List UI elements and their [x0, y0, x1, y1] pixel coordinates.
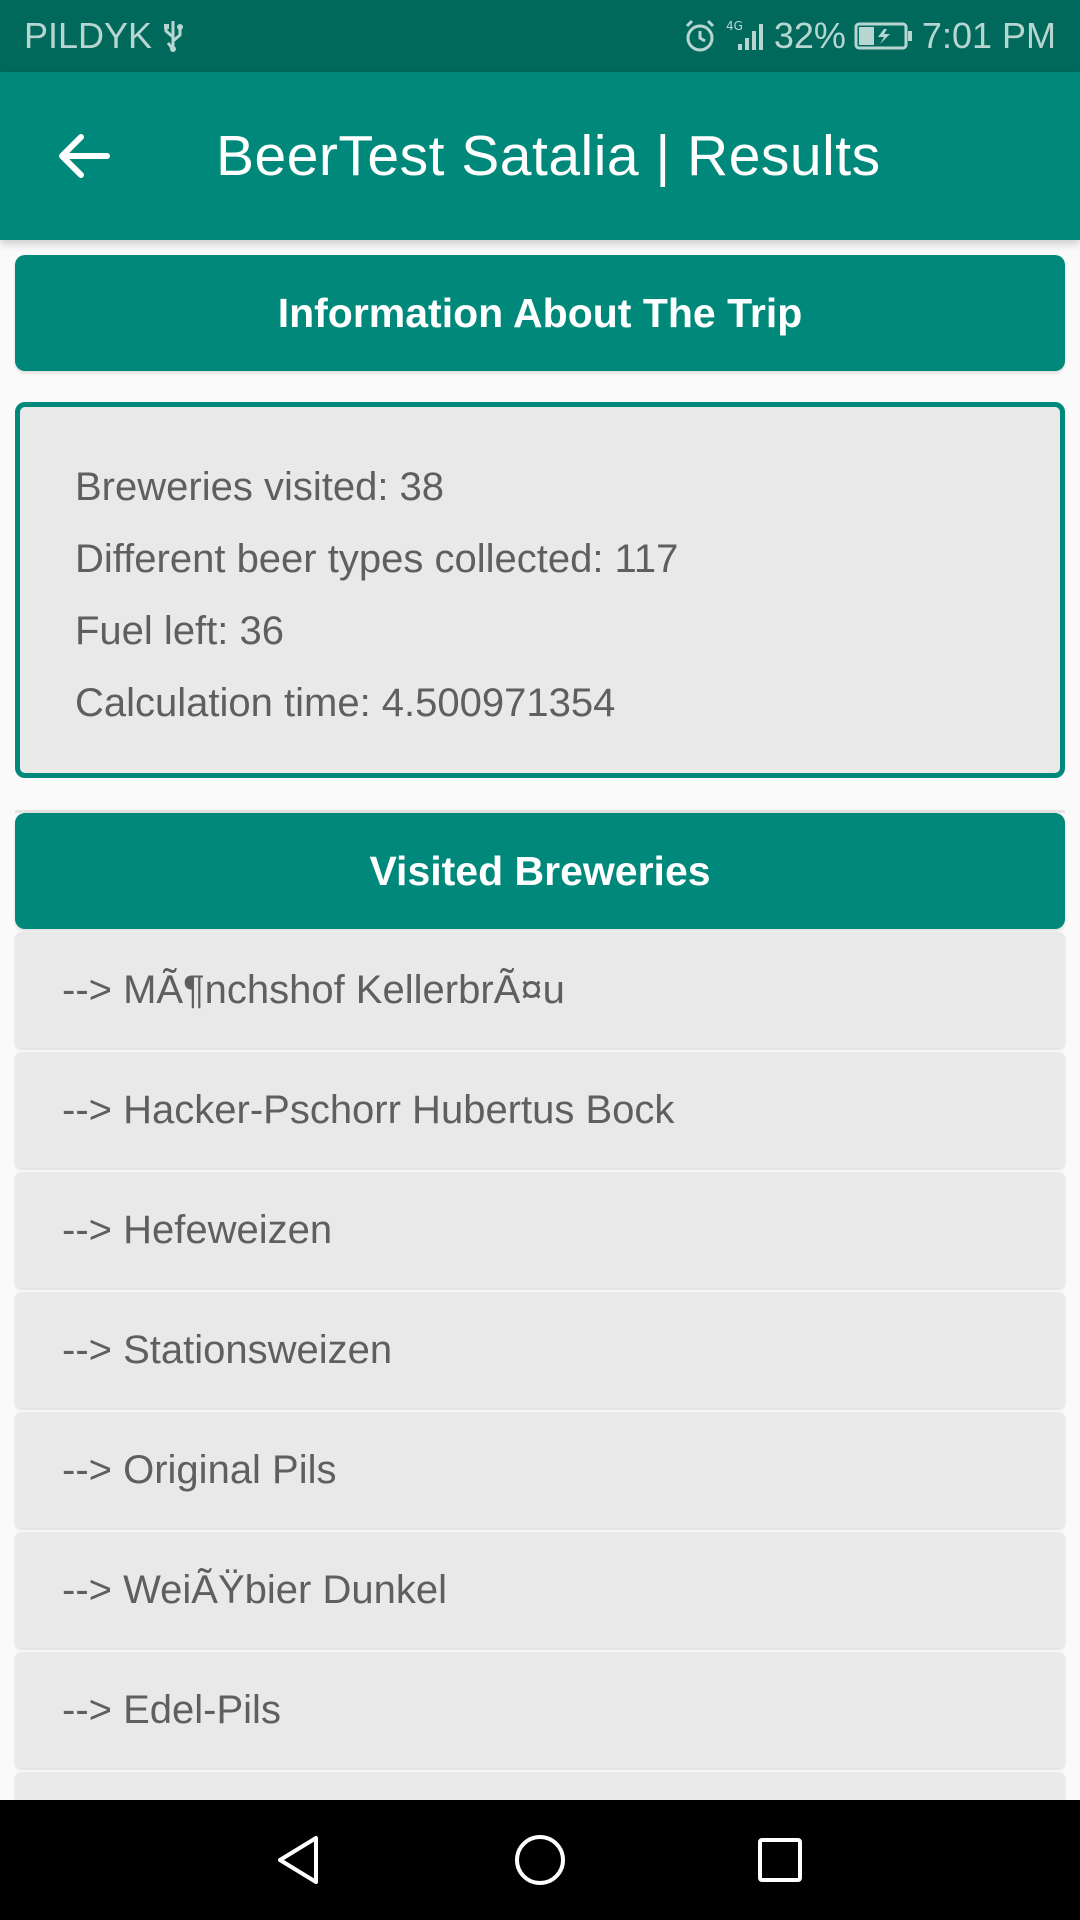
usb-icon	[162, 19, 184, 53]
carrier-label: PILDYK	[24, 15, 153, 56]
nav-home-button[interactable]	[480, 1800, 600, 1920]
back-button[interactable]	[34, 106, 134, 206]
clock-time: 7:01 PM	[921, 15, 1056, 56]
results-content[interactable]: Information About The Trip Breweries vis…	[0, 240, 1080, 1800]
list-item-partial[interactable]	[15, 1772, 1065, 1800]
signal-icon: 4G	[726, 18, 766, 54]
battery-percent: 32%	[773, 15, 846, 56]
triangle-back-icon	[278, 1836, 318, 1884]
visited-breweries-header: Visited Breweries	[15, 813, 1065, 929]
page-title: BeerTest Satalia | Results	[216, 124, 881, 188]
breweries-visited-text: Breweries visited: 38	[75, 465, 445, 509]
network-type-label: 4G	[726, 19, 743, 33]
nav-recents-button[interactable]	[720, 1800, 840, 1920]
trip-info-card: Breweries visited: 38 Different beer typ…	[15, 402, 1065, 778]
app-bar: BeerTest Satalia | Results	[0, 72, 1080, 240]
list-item[interactable]: --> MÃ¶nchshof KellerbrÃ¤u	[15, 932, 1065, 1048]
fuel-left-text: Fuel left: 36	[75, 609, 285, 653]
square-recents-icon	[758, 1838, 802, 1882]
status-right: 4G 32% 7:01 PM	[682, 15, 1056, 57]
nav-back-button[interactable]	[240, 1800, 360, 1920]
battery-charging-icon	[854, 21, 914, 51]
list-item[interactable]: --> Hefeweizen	[15, 1172, 1065, 1288]
list-item[interactable]: --> Edel-Pils	[15, 1652, 1065, 1768]
system-nav-bar	[0, 1800, 1080, 1920]
list-item[interactable]: --> Original Pils	[15, 1412, 1065, 1528]
calculation-time-text: Calculation time: 4.500971354	[75, 681, 616, 725]
list-item[interactable]: --> Hacker-Pschorr Hubertus Bock	[15, 1052, 1065, 1168]
trip-info-header: Information About The Trip	[15, 255, 1065, 371]
list-item[interactable]: --> Stationsweizen	[15, 1292, 1065, 1408]
status-left: PILDYK	[24, 15, 184, 57]
status-bar: PILDYK 4G 32% 7:01 PM	[0, 0, 1080, 72]
list-item[interactable]: --> WeiÃŸbier Dunkel	[15, 1532, 1065, 1648]
beer-types-text: Different beer types collected: 117	[75, 537, 679, 581]
alarm-icon	[682, 18, 718, 54]
arrow-left-icon	[59, 134, 110, 178]
circle-home-icon	[515, 1835, 565, 1885]
brewery-list: --> MÃ¶nchshof KellerbrÃ¤u --> Hacker-Ps…	[15, 932, 1065, 1800]
